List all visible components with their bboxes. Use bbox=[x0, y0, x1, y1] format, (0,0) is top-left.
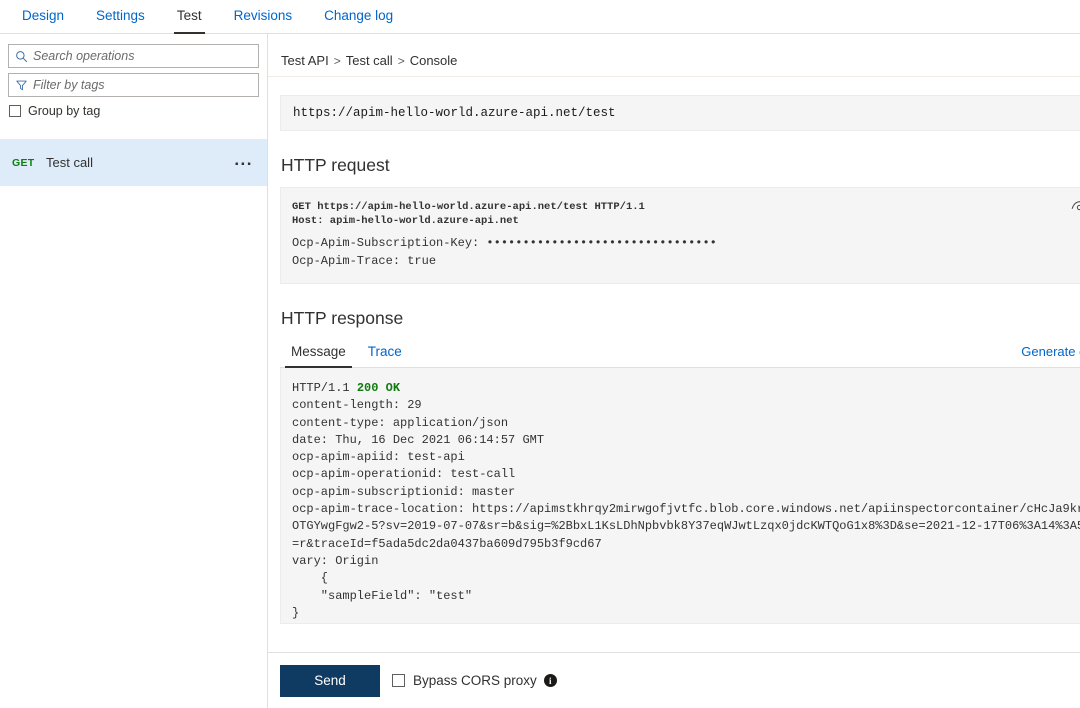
funnel-icon bbox=[9, 79, 33, 92]
filter-by-tags-field[interactable]: Filter by tags bbox=[8, 73, 259, 97]
response-status-prefix: HTTP/1.1 bbox=[292, 381, 357, 395]
response-body-sample-field: "sampleField": "test" bbox=[292, 588, 473, 603]
search-icon bbox=[9, 50, 33, 63]
response-line-subscriptionid: ocp-apim-subscriptionid: master bbox=[292, 484, 516, 499]
http-request-trace-header: Ocp-Apim-Trace: true bbox=[292, 254, 437, 268]
request-url-text: https://apim-hello-world.azure-api.net/t… bbox=[293, 106, 616, 120]
http-response-title: HTTP response bbox=[281, 308, 404, 328]
tab-revisions-label: Revisions bbox=[233, 8, 293, 23]
operation-name: Test call bbox=[46, 155, 93, 170]
bypass-cors-proxy-checkbox[interactable]: Bypass CORS proxy i bbox=[392, 673, 557, 688]
response-status-code: 200 OK bbox=[356, 381, 401, 395]
breadcrumb-separator-2: > bbox=[397, 53, 405, 68]
http-response-box: HTTP/1.1 200 OK content-length: 29 conte… bbox=[280, 368, 1080, 624]
tab-change-log[interactable]: Change log bbox=[308, 0, 409, 33]
response-line-trace-location-3: =r&traceId=f5ada5dc2da0437ba609d795b3f9c… bbox=[292, 536, 602, 551]
response-line-content-length: content-length: 29 bbox=[292, 398, 422, 413]
page-body: Search operations Filter by tags Group b… bbox=[0, 34, 1080, 708]
operations-sidebar: Search operations Filter by tags Group b… bbox=[0, 34, 268, 708]
tab-settings[interactable]: Settings bbox=[80, 0, 161, 33]
tab-design[interactable]: Design bbox=[6, 0, 80, 33]
response-line-trace-location-1: ocp-apim-trace-location: https://apimstk… bbox=[292, 502, 1080, 517]
http-request-line-1: GET https://apim-hello-world.azure-api.n… bbox=[292, 201, 645, 213]
operations-list: GET Test call ... bbox=[0, 139, 267, 186]
response-body-open-brace: { bbox=[292, 571, 329, 586]
tab-message[interactable]: Message bbox=[280, 344, 357, 368]
console-content: https://apim-hello-world.azure-api.net/t… bbox=[268, 77, 1080, 652]
bypass-cors-proxy-label: Bypass CORS proxy bbox=[413, 673, 537, 688]
response-status-line: HTTP/1.1 200 OK bbox=[292, 380, 1080, 397]
breadcrumb-item-test-call[interactable]: Test call bbox=[346, 53, 393, 68]
console-panel: Test API > Test call > Console https://a… bbox=[268, 34, 1080, 708]
search-operations-field[interactable]: Search operations bbox=[8, 44, 259, 68]
response-line-operationid: ocp-apim-operationid: test-call bbox=[292, 467, 516, 482]
response-body-close-brace: } bbox=[292, 605, 300, 620]
http-request-title: HTTP request bbox=[281, 155, 390, 175]
tab-revisions[interactable]: Revisions bbox=[218, 0, 309, 33]
response-line-content-type: content-type: application/json bbox=[292, 415, 509, 430]
response-line-date: date: Thu, 16 Dec 2021 06:14:57 GMT bbox=[292, 432, 545, 447]
send-button[interactable]: Send bbox=[280, 664, 380, 697]
breadcrumb-separator-1: > bbox=[333, 53, 341, 68]
response-line-vary: vary: Origin bbox=[292, 553, 379, 568]
http-request-line-2: Host: apim-hello-world.azure-api.net bbox=[292, 215, 519, 227]
search-operations-placeholder: Search operations bbox=[33, 49, 135, 63]
operation-method-badge: GET bbox=[12, 156, 35, 169]
http-request-actions bbox=[1071, 197, 1080, 214]
request-url-bar[interactable]: https://apim-hello-world.azure-api.net/t… bbox=[280, 95, 1080, 131]
filter-by-tags-placeholder: Filter by tags bbox=[33, 78, 105, 92]
response-tab-bar: Message Trace Generate definition bbox=[280, 340, 1080, 368]
group-by-tag-checkbox[interactable]: Group by tag bbox=[9, 104, 259, 118]
response-line-trace-location-2: OTGYwgFgw2-5?sv=2019-07-07&sr=b&sig=%2Bb… bbox=[292, 519, 1080, 534]
tab-trace-label: Trace bbox=[367, 344, 402, 359]
tab-change-log-label: Change log bbox=[324, 8, 394, 23]
tab-settings-label: Settings bbox=[96, 8, 145, 23]
response-line-apiid: ocp-apim-apiid: test-api bbox=[292, 450, 465, 465]
tab-test[interactable]: Test bbox=[161, 0, 218, 34]
operation-row-test-call[interactable]: GET Test call ... bbox=[0, 139, 267, 186]
http-request-subscription-key: Ocp-Apim-Subscription-Key: •••••••••••••… bbox=[292, 236, 717, 250]
breadcrumb: Test API > Test call > Console bbox=[268, 45, 1080, 77]
bypass-cors-proxy-box bbox=[392, 674, 405, 687]
operation-more-icon[interactable]: ... bbox=[234, 151, 253, 171]
console-footer: Send Bypass CORS proxy i bbox=[268, 652, 1080, 708]
breadcrumb-item-test-api[interactable]: Test API bbox=[281, 53, 329, 68]
breadcrumb-item-console[interactable]: Console bbox=[410, 53, 458, 68]
group-by-tag-label: Group by tag bbox=[28, 104, 101, 118]
tab-trace[interactable]: Trace bbox=[357, 344, 413, 367]
api-tab-bar: Design Settings Test Revisions Change lo… bbox=[0, 0, 1080, 34]
tab-design-label: Design bbox=[22, 8, 65, 23]
generate-definition-link[interactable]: Generate definition bbox=[1021, 344, 1080, 367]
eye-icon[interactable] bbox=[1071, 199, 1080, 212]
tab-message-label: Message bbox=[291, 344, 346, 359]
http-request-box: GET https://apim-hello-world.azure-api.n… bbox=[280, 187, 1080, 284]
info-icon[interactable]: i bbox=[543, 674, 557, 687]
group-by-tag-box bbox=[9, 105, 21, 117]
tab-test-label: Test bbox=[176, 8, 202, 23]
